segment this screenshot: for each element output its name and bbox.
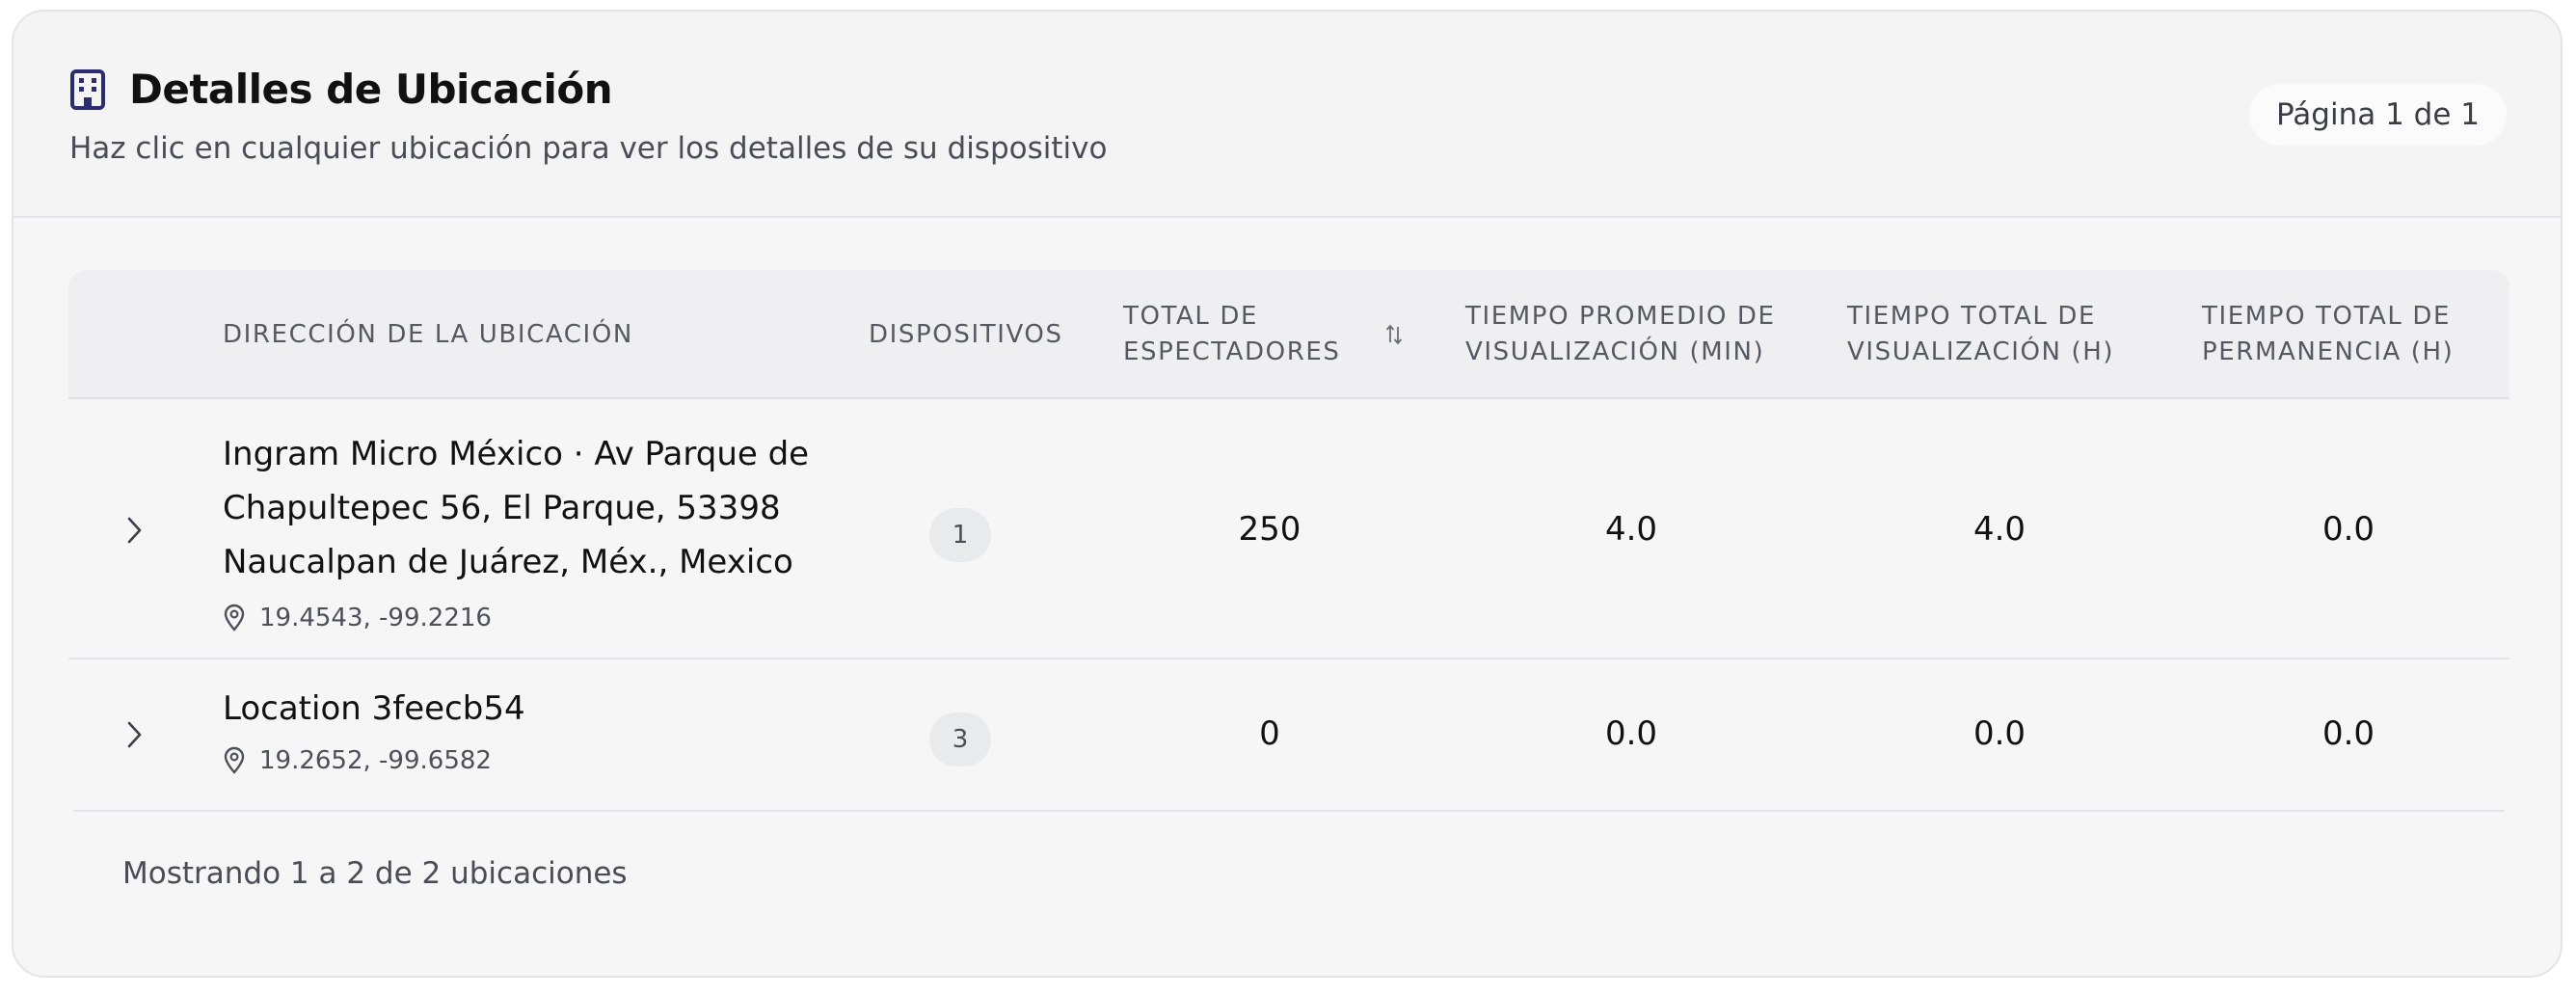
column-header-devices: DISPOSITIVOS <box>869 319 1063 349</box>
table-header: DIRECCIÓN DE LA UBICACIÓN DISPOSITIVOS T… <box>68 270 2509 399</box>
location-details-card: Detalles de Ubicación Haz clic en cualqu… <box>12 10 2563 978</box>
device-count-badge: 3 <box>929 713 991 766</box>
column-header-address: DIRECCIÓN DE LA UBICACIÓN <box>223 319 633 349</box>
locations-table: DIRECCIÓN DE LA UBICACIÓN DISPOSITIVOS T… <box>68 270 2509 816</box>
column-header-avg-view-time: TIEMPO PROMEDIO DE VISUALIZACIÓN (MIN) <box>1465 302 1776 366</box>
page-indicator: Página 1 de 1 <box>2249 84 2507 146</box>
column-header-viewers[interactable]: TOTAL DE ESPECTADORES <box>1123 270 1341 399</box>
viewers-value: 250 <box>1238 510 1301 549</box>
total-view-time-value: 4.0 <box>1972 510 2026 549</box>
chevron-right-icon[interactable] <box>121 717 147 752</box>
page-title: Detalles de Ubicación <box>129 66 613 113</box>
card-header: Detalles de Ubicación Haz clic en cualqu… <box>13 12 2561 218</box>
viewers-value: 0 <box>1259 714 1280 753</box>
avg-view-time-value: 4.0 <box>1604 510 1658 549</box>
dwell-time-value: 0.0 <box>2321 714 2375 753</box>
map-pin-icon <box>224 746 245 774</box>
chevron-right-icon[interactable] <box>121 513 147 548</box>
device-count-badge: 1 <box>929 508 991 562</box>
location-coordinates: 19.4543, -99.2216 <box>223 604 492 632</box>
column-header-total-view-time: TIEMPO TOTAL DE VISUALIZACIÓN (H) <box>1847 302 2115 366</box>
location-coordinates: 19.2652, -99.6582 <box>223 746 492 775</box>
table-row[interactable]: Location 3feecb54 19.2652, -99.6582 3 0 … <box>68 659 2509 812</box>
table-row[interactable]: Ingram Micro México · Av Parque de Chapu… <box>68 399 2509 659</box>
sort-icon[interactable] <box>1385 323 1403 346</box>
location-address: Ingram Micro México · Av Parque de Chapu… <box>223 435 810 581</box>
title-row: Detalles de Ubicación <box>69 66 613 113</box>
total-view-time-value: 0.0 <box>1972 714 2026 753</box>
location-address: Location 3feecb54 <box>223 689 525 728</box>
avg-view-time-value: 0.0 <box>1604 714 1658 753</box>
dwell-time-value: 0.0 <box>2321 510 2375 549</box>
pagination-summary: Mostrando 1 a 2 de 2 ubicaciones <box>122 856 628 891</box>
column-header-dwell-time: TIEMPO TOTAL DE PERMANENCIA (H) <box>2202 302 2455 366</box>
building-icon <box>69 67 108 112</box>
map-pin-icon <box>224 604 245 632</box>
page-subtitle: Haz clic en cualquier ubicación para ver… <box>69 131 1108 166</box>
